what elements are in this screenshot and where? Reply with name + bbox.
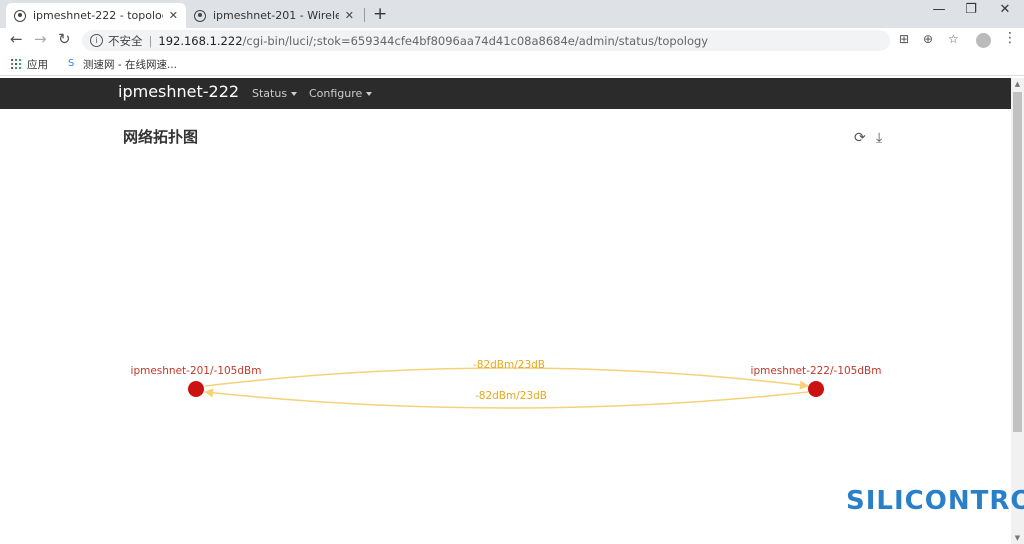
node-ipmeshnet-222[interactable]	[808, 381, 824, 397]
node-label: ipmeshnet-201/-105dBm	[131, 365, 262, 377]
link-label: -82dBm/23dB	[475, 390, 547, 402]
node-ipmeshnet-201[interactable]	[188, 381, 204, 397]
scroll-down-icon[interactable]: ▼	[1011, 532, 1024, 544]
watermark-logo: SILICONTROL	[846, 486, 1024, 516]
link-label: -82dBm/23dB	[473, 359, 545, 371]
scrollbar-thumb[interactable]	[1013, 92, 1022, 432]
page-scrollbar[interactable]: ▲ ▼	[1011, 78, 1024, 544]
topology-graph: -82dBm/23dB -82dBm/23dB ipmeshnet-201/-1…	[131, 359, 882, 409]
node-label: ipmeshnet-222/-105dBm	[751, 365, 882, 377]
scroll-up-icon[interactable]: ▲	[1011, 78, 1024, 90]
